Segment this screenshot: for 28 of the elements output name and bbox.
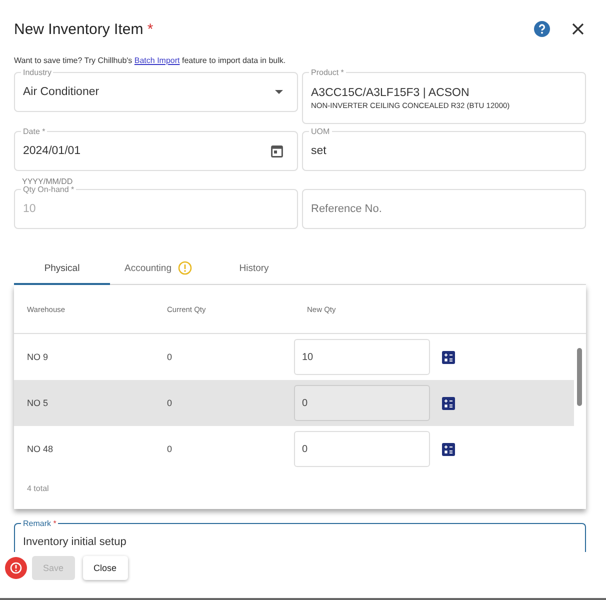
hint-text: Want to save time? Try Chillhub's Batch Import feature to import data in bulk. [14, 56, 287, 65]
total-count: 4 total [26, 483, 50, 495]
close-button[interactable]: Close [82, 556, 128, 580]
calculator-icon[interactable] [442, 396, 455, 410]
calculator-icon[interactable] [442, 350, 455, 364]
tab[interactable]: Accounting [110, 253, 206, 285]
new-qty-field[interactable]: 0 [294, 385, 430, 421]
batch-import-link[interactable]: Batch Import [134, 56, 180, 65]
table-cell: NO 48 [27, 444, 54, 454]
calculator-icon[interactable] [442, 442, 455, 456]
close-icon[interactable] [572, 23, 584, 35]
input-field[interactable]: Reference No. [302, 189, 586, 229]
new-qty-field[interactable]: 0 [294, 431, 430, 467]
new-qty-field[interactable]: 10 [294, 339, 430, 375]
tab[interactable]: History [206, 253, 302, 285]
table-cell: 0 [167, 444, 172, 454]
table-row[interactable]: NO 5 0 0 [14, 380, 574, 426]
table-cell: 0 [167, 352, 172, 362]
dialog-title: New Inventory Item * [14, 20, 154, 38]
help-icon[interactable] [534, 21, 550, 37]
error-badge-icon[interactable] [5, 557, 27, 579]
calendar-icon[interactable] [271, 144, 283, 158]
table-cell: 0 [167, 398, 172, 408]
table-cell: NO 9 [27, 352, 48, 362]
dropdown-caret-icon [275, 90, 283, 94]
table-cell: NO 5 [27, 398, 48, 408]
helper-text: YYYY/MM/DD [22, 177, 74, 186]
tab[interactable]: Physical [14, 253, 110, 285]
